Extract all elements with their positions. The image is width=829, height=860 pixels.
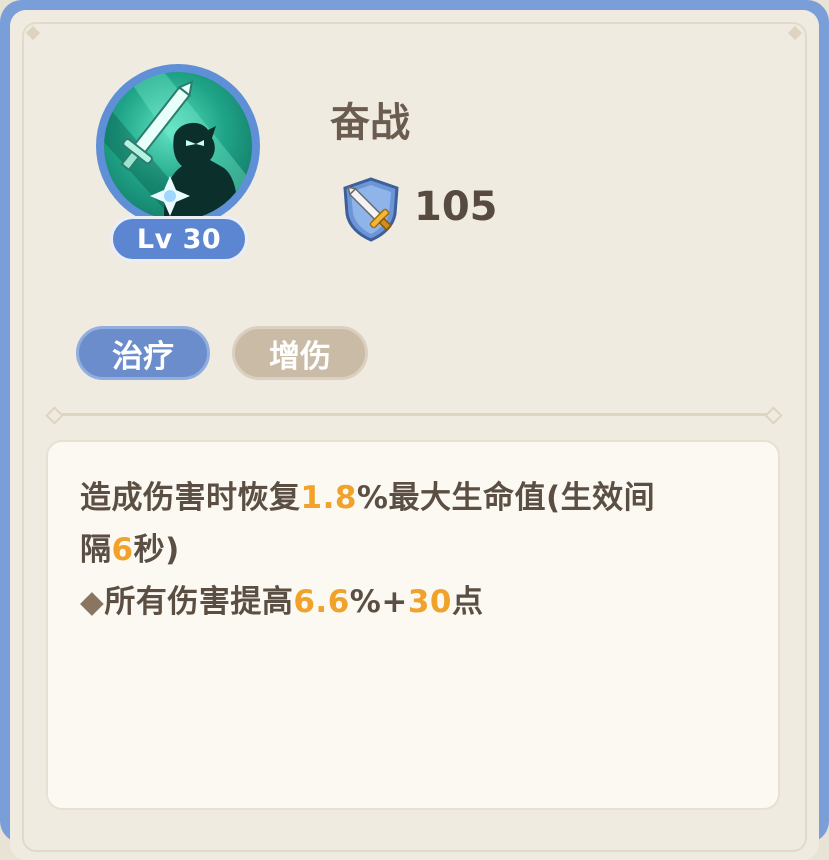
highlight-value: 6.6 xyxy=(293,584,350,620)
description-line: 隔6秒) xyxy=(80,532,180,568)
divider xyxy=(56,413,774,416)
tag-heal: 治疗 xyxy=(76,326,210,380)
sword-warrior-icon xyxy=(104,72,252,220)
power-value: 105 xyxy=(414,184,498,230)
highlight-value: 6 xyxy=(111,532,134,568)
description-line: 造成伤害时恢复1.8%最大生命值(生效间 xyxy=(80,480,656,516)
description-line: ◆所有伤害提高6.6%+30点 xyxy=(80,584,484,620)
highlight-value: 30 xyxy=(407,584,452,620)
tag-damage-boost: 增伤 xyxy=(232,326,368,380)
highlight-value: 1.8 xyxy=(300,480,357,516)
skill-name: 奋战 xyxy=(330,100,410,146)
sword-shield-icon xyxy=(340,176,402,242)
diamond-bullet-icon: ◆ xyxy=(80,584,105,620)
skill-icon[interactable] xyxy=(96,64,260,228)
skill-level-badge: Lv 30 xyxy=(110,216,248,262)
